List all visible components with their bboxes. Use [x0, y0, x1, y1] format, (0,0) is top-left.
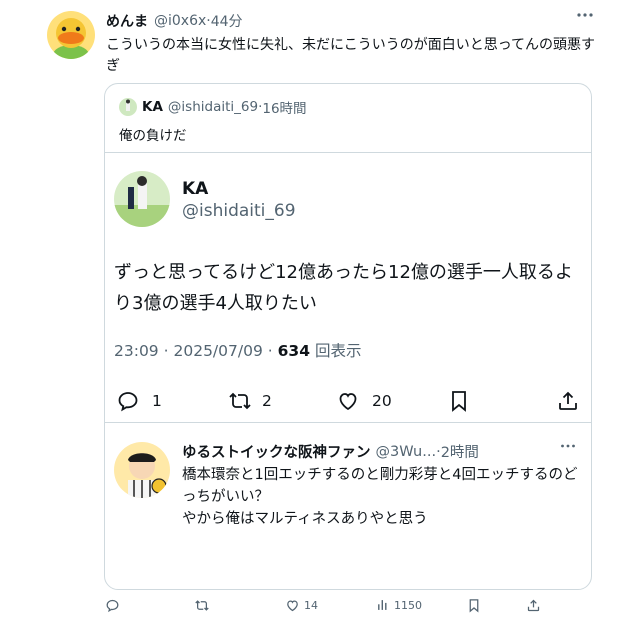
tweet-text: こういうの本当に女性に失礼、未だにこういうのが面白いと思ってんの頭悪すぎ — [106, 37, 596, 74]
embedded-share — [556, 389, 580, 413]
reply-tweet: ゆるストイックな阪神ファン @3Wu... · 2時間 橋本環奈と1回エッチする… — [105, 422, 591, 589]
reply-text-line: 橋本環奈と1回エッチするのと剛力彩芽と4回エッチするのどっちがいい？ — [182, 467, 578, 505]
share-icon — [526, 598, 541, 613]
handle: @3Wu... — [375, 443, 437, 460]
quote-text: 俺の負けだ — [119, 128, 187, 144]
like-count: 20 — [372, 392, 392, 410]
embedded-like: 20 — [336, 389, 392, 413]
reply-text: 橋本環奈と1回エッチするのと剛力彩芽と4回エッチするのどっちがいい？ やから俺は… — [182, 464, 582, 530]
share-button[interactable] — [526, 598, 541, 613]
display-name[interactable]: めんま — [106, 11, 148, 31]
reply-text-line: やから俺はマルティネスありやと思う — [182, 511, 428, 527]
embedded-reply: 1 — [116, 389, 162, 413]
view-count: 1150 — [394, 598, 422, 612]
avatar[interactable] — [47, 11, 95, 59]
views-button[interactable]: 1150 — [376, 598, 422, 612]
more-icon — [560, 443, 576, 449]
like-count: 14 — [304, 599, 318, 612]
repost-icon — [226, 389, 254, 413]
display-name: KA — [182, 179, 209, 199]
embedded-date: 2025/07/09 — [173, 342, 263, 360]
bookmark-icon — [448, 389, 470, 413]
more-icon[interactable] — [576, 12, 594, 18]
avatar — [114, 171, 170, 227]
share-icon — [556, 389, 580, 413]
separator: · — [163, 342, 169, 360]
embedded-bookmark — [448, 389, 470, 413]
display-name: KA — [142, 99, 163, 115]
repost-icon — [193, 598, 211, 613]
timestamp[interactable]: 44分 — [211, 11, 243, 31]
like-icon — [285, 598, 300, 613]
handle: @ishidaiti_69 — [182, 201, 296, 221]
quote-header: KA @ishidaiti_69 · 16時間 — [119, 97, 307, 117]
like-icon — [336, 389, 360, 413]
view-label: 回表示 — [314, 342, 362, 360]
timestamp: 2時間 — [440, 445, 479, 461]
reply-count: 1 — [152, 392, 162, 410]
like-button[interactable]: 14 — [285, 598, 318, 613]
reply-button[interactable] — [105, 598, 124, 613]
separator: · — [267, 342, 273, 360]
embedded-time: 23:09 — [114, 342, 159, 360]
quote-card[interactable]: KA @ishidaiti_69 · 16時間 俺の負けだ KA @ishida… — [104, 83, 592, 590]
repost-button[interactable] — [193, 598, 215, 613]
timestamp: 16時間 — [262, 101, 307, 117]
reply-icon — [105, 598, 120, 613]
embedded-text: ずっと思ってるけど12億あったら12億の選手一人取るより3億の選手4人取りたい — [114, 262, 573, 314]
avatar — [114, 442, 170, 498]
reply-icon — [116, 389, 140, 413]
handle: @ishidaiti_69 — [167, 99, 259, 115]
repost-count: 2 — [262, 392, 272, 410]
avatar — [119, 98, 137, 116]
view-count: 634 — [277, 342, 310, 360]
embedded-meta: 23:09 · 2025/07/09 · 634 回表示 — [114, 339, 361, 361]
bookmark-button[interactable] — [467, 598, 481, 613]
display-name: ゆるストイックな阪神ファン — [182, 445, 371, 461]
reply-header: ゆるストイックな阪神ファン @3Wu... · 2時間 — [182, 441, 479, 462]
views-icon — [376, 598, 390, 612]
tweet-header: めんま @i0x6x · 44分 — [106, 11, 243, 31]
embedded-repost: 2 — [226, 389, 272, 413]
handle[interactable]: @i0x6x — [154, 13, 206, 29]
bookmark-icon — [467, 598, 481, 613]
